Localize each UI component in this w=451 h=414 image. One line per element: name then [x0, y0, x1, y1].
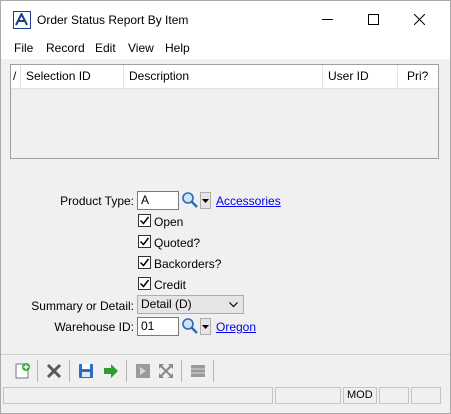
quoted-checkbox-label: Quoted? — [154, 236, 201, 250]
selection-grid[interactable]: / Selection ID Description User ID Pri? — [10, 64, 439, 159]
status-pane-message — [3, 387, 273, 404]
status-pane-mode: MOD — [343, 387, 377, 404]
check-icon — [139, 216, 150, 225]
sort-marker[interactable]: / — [11, 65, 21, 88]
warehouse-id-input[interactable]: 01 — [137, 317, 179, 336]
status-pane-4 — [379, 387, 409, 404]
quoted-checkbox[interactable] — [138, 235, 151, 248]
delete-button[interactable] — [44, 361, 64, 381]
new-record-icon — [15, 363, 30, 379]
warehouse-lookup-icon[interactable] — [181, 317, 199, 335]
status-pane-2 — [275, 387, 341, 404]
product-type-input[interactable]: A — [137, 191, 179, 210]
product-type-link[interactable]: Accessories — [216, 194, 281, 208]
window-title: Order Status Report By Item — [37, 13, 189, 27]
product-type-label: Product Type: — [60, 194, 134, 208]
toolbar — [1, 354, 450, 384]
credit-checkbox-label: Credit — [154, 278, 187, 292]
grid-header: / Selection ID Description User ID Pri? — [11, 65, 438, 89]
go-button[interactable] — [101, 361, 121, 381]
product-type-lookup-icon[interactable] — [181, 191, 199, 209]
maximize-button[interactable] — [350, 1, 396, 37]
menu-bar: File Record Edit View Help — [1, 37, 450, 59]
expand-icon — [159, 364, 173, 378]
check-icon — [139, 279, 150, 288]
summary-or-detail-label: Summary or Detail: — [31, 299, 134, 313]
menu-record[interactable]: Record — [46, 41, 85, 55]
toolbar-separator — [126, 360, 127, 382]
summary-or-detail-value: Detail (D) — [141, 297, 192, 311]
menu-help[interactable]: Help — [165, 41, 190, 55]
close-button[interactable] — [396, 1, 442, 37]
status-pane-5 — [411, 387, 441, 404]
open-checkbox[interactable] — [138, 214, 151, 227]
summary-or-detail-select[interactable]: Detail (D) — [137, 295, 244, 314]
first-record-button[interactable] — [133, 361, 153, 381]
open-checkbox-label: Open — [154, 215, 184, 229]
toolbar-separator — [69, 360, 70, 382]
credit-checkbox[interactable] — [138, 277, 151, 290]
minimize-icon — [321, 18, 333, 20]
save-icon — [79, 364, 93, 378]
chevron-down-icon — [229, 302, 238, 308]
menu-file[interactable]: File — [14, 41, 33, 55]
warehouse-link[interactable]: Oregon — [216, 320, 256, 334]
report-window: Order Status Report By Item File Record … — [0, 0, 451, 414]
new-record-button[interactable] — [12, 361, 32, 381]
title-bar: Order Status Report By Item — [1, 1, 450, 37]
app-logo-icon — [13, 11, 31, 29]
minimize-button[interactable] — [304, 1, 350, 37]
list-icon — [191, 365, 205, 377]
backorders-checkbox-label: Backorders? — [154, 257, 222, 271]
column-description[interactable]: Description — [124, 65, 323, 88]
list-button[interactable] — [188, 361, 208, 381]
save-button[interactable] — [76, 361, 96, 381]
backorders-checkbox[interactable] — [138, 256, 151, 269]
column-user-id[interactable]: User ID — [323, 65, 398, 88]
warehouse-id-label: Warehouse ID: — [54, 320, 134, 334]
menu-view[interactable]: View — [128, 41, 154, 55]
menu-edit[interactable]: Edit — [95, 41, 116, 55]
maximize-icon — [367, 13, 379, 25]
check-icon — [139, 258, 150, 267]
column-priority[interactable]: Pri? — [398, 65, 438, 88]
close-icon — [413, 13, 425, 25]
toolbar-separator — [181, 360, 182, 382]
check-icon — [139, 237, 150, 246]
toolbar-separator — [37, 360, 38, 382]
expand-button[interactable] — [156, 361, 176, 381]
toolbar-separator — [213, 360, 214, 382]
column-selection-id[interactable]: Selection ID — [21, 65, 124, 88]
status-bar: MOD — [1, 386, 450, 406]
product-type-dropdown-icon[interactable] — [200, 192, 211, 209]
warehouse-dropdown-icon[interactable] — [200, 318, 211, 335]
go-arrow-icon — [104, 364, 118, 378]
delete-icon — [46, 363, 62, 379]
first-record-icon — [136, 364, 150, 378]
